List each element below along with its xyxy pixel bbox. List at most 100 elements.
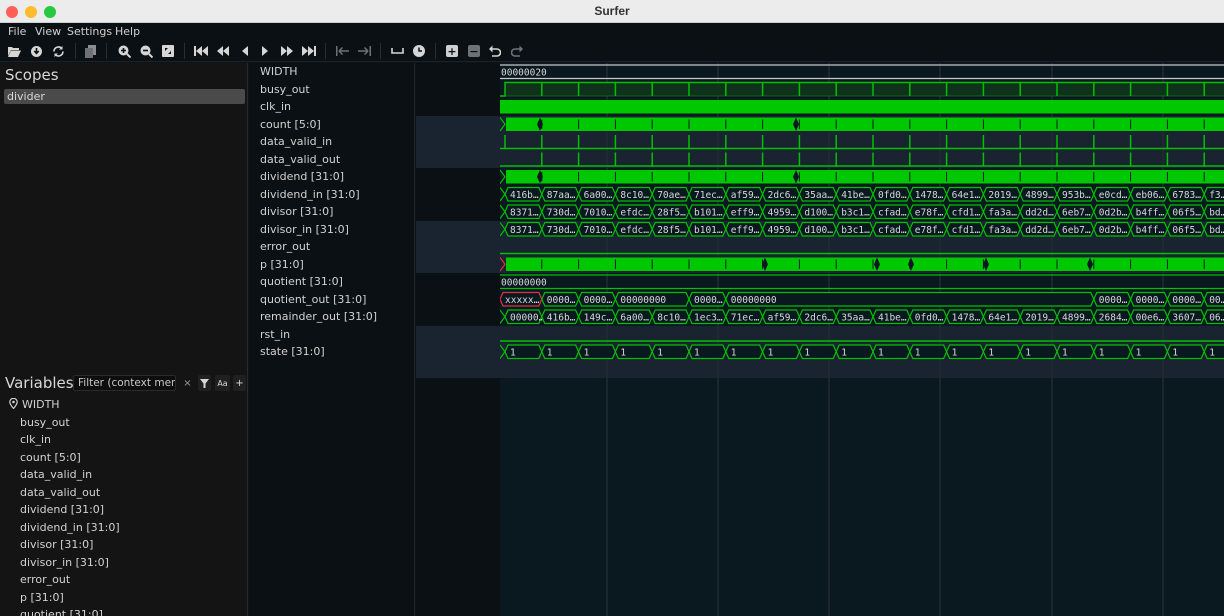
bus-value-label: 1 [1172,347,1178,358]
variable-filter-input[interactable]: Filter (context menu [73,375,176,391]
signal-name-divisor-in[interactable]: divisor_in [31:0] [260,221,349,239]
prev-transition-icon[interactable] [333,42,351,60]
variable-item-error-out[interactable]: error_out [0,571,248,589]
copy-icon[interactable] [82,42,100,60]
bus-value-label: 1 [584,347,590,358]
bus-value-label: 41be… [841,190,870,201]
add-all-button[interactable]: + [233,375,246,391]
variable-item-width[interactable]: WIDTH [0,396,248,414]
signal-name-quotient[interactable]: quotient [31:0] [260,273,343,291]
expand-icon[interactable]: + [443,42,461,60]
zoom-out-icon[interactable] [137,42,155,60]
variable-item-divisor-in[interactable]: divisor_in [31:0] [0,554,248,572]
bus-value-label: 70ae… [657,190,686,201]
zoom-in-icon[interactable] [115,42,133,60]
variable-item-p[interactable]: p [31:0] [0,589,248,607]
toolbar-separator [106,43,107,59]
scope-item-divider[interactable]: divider [4,89,245,104]
timestamp-icon[interactable] [410,42,428,60]
bus-value-label: af59… [731,190,760,201]
bus-transition [500,117,506,132]
signal-name-width[interactable]: WIDTH [260,63,298,81]
signal-name-p[interactable]: p [31:0] [260,256,304,274]
bus-value-label: eff9… [731,225,760,236]
signal-name-count[interactable]: count [5:0] [260,116,321,134]
signal-name-dividend-in[interactable]: dividend_in [31:0] [260,186,360,204]
go-to-end-icon[interactable] [300,42,318,60]
reload-icon[interactable] [49,42,67,60]
zoom-fit-icon[interactable] [159,42,177,60]
bus-value-label: 1 [915,347,921,358]
variable-item-data-valid-out[interactable]: data_valid_out [0,484,248,502]
waveform-view[interactable]: 00000020 416b… 87aa… 6a00… 8c10… 70ae… 71ec… af… [500,63,1224,616]
waveform-canvas[interactable]: 00000020 416b… 87aa… 6a00… 8c10… 70ae… 71ec… af… [500,63,1224,616]
signal-name-state[interactable]: state [31:0] [260,343,325,361]
bus-value-label: 00000000 [501,277,547,288]
menu-view[interactable]: View [35,25,61,38]
insert-spacer-icon[interactable] [388,42,406,60]
variable-item-clk-in[interactable]: clk_in [0,431,248,449]
variable-label: divisor [31:0] [20,538,94,551]
bus-value-label: 1 [841,347,847,358]
bus-value-label: 1 [1099,347,1105,358]
next-transition-icon[interactable] [355,42,373,60]
bus-value-label: 4899… [1025,190,1054,201]
variable-item-count[interactable]: count [5:0] [0,449,248,467]
case-sensitive-button[interactable]: Aa [215,375,230,391]
signal-name-quotient-out[interactable]: quotient_out [31:0] [260,291,366,309]
menu-file[interactable]: File [8,25,26,38]
clear-filter-button[interactable]: × [181,375,194,391]
bus-value-label: 0d2b… [1099,207,1128,218]
variable-item-busy-out[interactable]: busy_out [0,414,248,432]
bus-value-label: fa3a… [988,207,1017,218]
redo-icon[interactable] [508,42,526,60]
signal-name-rst-in[interactable]: rst_in [260,326,290,344]
variable-label: error_out [20,573,71,586]
bus-value-label: 6eb7… [1062,225,1091,236]
step-back-fast-icon[interactable] [214,42,232,60]
bus-value-label: 64e1… [952,190,981,201]
signal-name-remainder-out[interactable]: remainder_out [31:0] [260,308,377,326]
signal-name-busy-out[interactable]: busy_out [260,81,310,99]
bus-value-label: 1 [804,347,810,358]
bus-value-label: 8c10… [657,312,686,323]
bus-value-label: 2dc6… [768,190,797,201]
signal-name-data-valid-in[interactable]: data_valid_in [260,133,332,151]
go-to-start-icon[interactable] [192,42,210,60]
bus-value-label: 0fd0… [915,312,944,323]
variable-item-data-valid-in[interactable]: data_valid_in [0,466,248,484]
signal-name-data-valid-out[interactable]: data_valid_out [260,151,340,169]
menu-settings[interactable]: Settings [67,25,112,38]
signal-name-divisor[interactable]: divisor [31:0] [260,203,333,221]
step-forward-icon[interactable] [256,42,274,60]
bus-value-label: eff9… [731,207,760,218]
bus-value-label: b101… [694,207,723,218]
bus-value-label: 0000… [547,295,576,306]
variable-item-dividend[interactable]: dividend [31:0] [0,501,248,519]
bus-value-label: dd2d… [1025,225,1054,236]
variable-item-dividend-in[interactable]: dividend_in [31:0] [0,519,248,537]
bus-value-label: dd2d… [1025,207,1054,218]
variable-item-divisor[interactable]: divisor [31:0] [0,536,248,554]
dense-bus-fill [506,257,1224,271]
filter-type-button[interactable] [198,375,211,391]
signal-name-clk-in[interactable]: clk_in [260,98,291,116]
signal-name-error-out[interactable]: error_out [260,238,310,256]
open-url-icon[interactable] [27,42,45,60]
bus-value-label: 416b… [547,312,576,323]
bus-value-label: eb06… [1136,190,1165,201]
menu-help[interactable]: Help [115,25,140,38]
expand-glyph: + [446,44,458,58]
scopes-heading: Scopes [5,66,59,84]
open-file-icon[interactable] [5,42,23,60]
signal-name-dividend[interactable]: dividend [31:0] [260,168,344,186]
step-forward-fast-icon[interactable] [278,42,296,60]
bus-value-label: 1 [657,347,663,358]
undo-icon[interactable] [486,42,504,60]
variables-heading: Variables [5,374,74,392]
window-title: Surfer [594,4,630,18]
filter-icon [200,378,209,388]
collapse-icon[interactable]: − [465,42,483,60]
step-back-icon[interactable] [236,42,254,60]
variable-item-quotient[interactable]: quotient [31:0] [0,606,248,616]
